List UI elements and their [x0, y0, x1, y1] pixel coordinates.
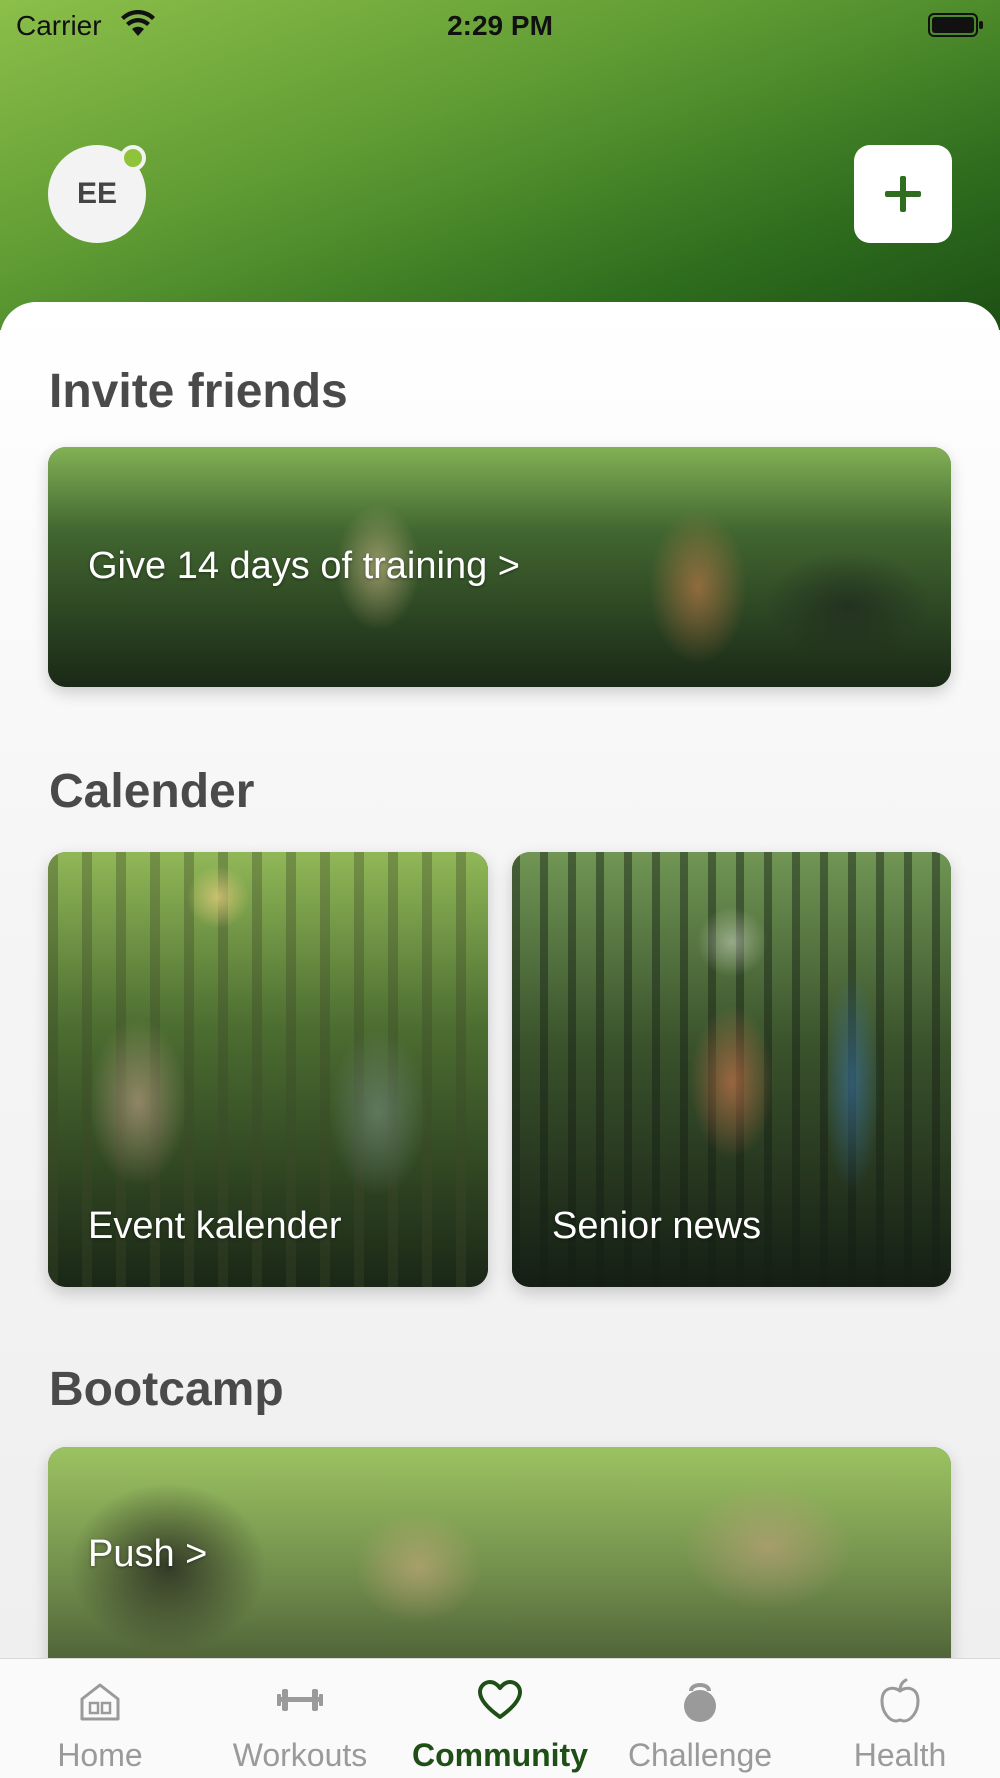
senior-news-label: Senior news [552, 1205, 762, 1247]
kettlebell-icon [684, 1683, 716, 1722]
tab-health-label: Health [853, 1737, 947, 1773]
tab-workouts-label: Workouts [232, 1737, 368, 1773]
section-title-invite: Invite friends [49, 365, 348, 418]
tab-community-label: Community [412, 1737, 588, 1773]
tab-challenge-label: Challenge [627, 1737, 773, 1773]
apple-icon [880, 1678, 920, 1723]
status-bar: Carrier 2:29 PM [0, 0, 1000, 50]
tab-community[interactable]: Community [400, 1659, 600, 1778]
section-title-bootcamp: Bootcamp [49, 1363, 284, 1416]
tab-challenge[interactable]: Challenge [600, 1659, 800, 1778]
clock: 2:29 PM [447, 10, 553, 41]
avatar-initials: EE [76, 177, 118, 210]
tab-bar: Home Workouts Community Challenge Health [0, 1658, 1000, 1778]
event-calendar-label: Event kalender [88, 1205, 342, 1247]
tab-home-label: Home [57, 1737, 143, 1773]
plus-icon [885, 176, 921, 212]
add-button[interactable] [854, 145, 952, 243]
home-icon [80, 1683, 120, 1721]
dumbbell-icon [277, 1689, 323, 1711]
senior-news-card[interactable]: Senior news [512, 852, 951, 1287]
event-calendar-card[interactable]: Event kalender [48, 852, 488, 1287]
bootcamp-push-label: Push > [88, 1533, 208, 1575]
content-sheet: Invite friends Give 14 days of training … [0, 302, 1000, 1778]
section-title-calendar: Calender [49, 765, 255, 818]
tab-health[interactable]: Health [800, 1659, 1000, 1778]
heart-icon [478, 1680, 522, 1719]
invite-card-label: Give 14 days of training > [88, 545, 520, 587]
invite-card[interactable]: Give 14 days of training > [48, 447, 951, 687]
tab-home[interactable]: Home [0, 1659, 200, 1778]
tab-workouts[interactable]: Workouts [200, 1659, 400, 1778]
online-status-dot [120, 145, 146, 171]
header-banner: Carrier 2:29 PM EE [0, 0, 1000, 330]
battery-icon [928, 13, 983, 37]
